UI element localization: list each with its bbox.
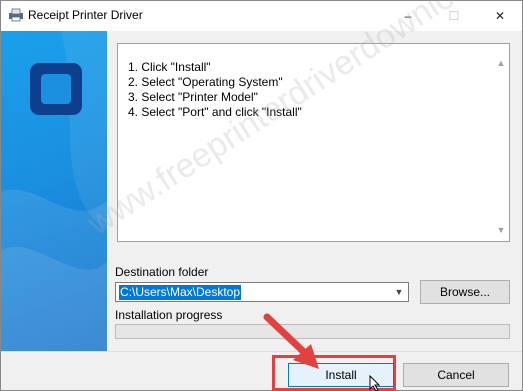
minimize-button[interactable]: –: [385, 1, 431, 31]
side-banner: [1, 31, 107, 351]
instruction-line: 1. Click "Install": [128, 60, 211, 74]
destination-folder-combobox[interactable]: C:\Users\Max\Desktop ▼: [115, 282, 409, 302]
destination-folder-value[interactable]: C:\Users\Max\Desktop: [119, 285, 242, 300]
minimize-icon: –: [404, 9, 412, 23]
title-bar[interactable]: Receipt Printer Driver – ☐ ✕: [1, 1, 522, 31]
progress-label: Installation progress: [115, 308, 223, 322]
window-title: Receipt Printer Driver: [28, 8, 143, 22]
browse-button[interactable]: Browse...: [420, 280, 510, 304]
cancel-button[interactable]: Cancel: [403, 363, 509, 387]
instructions-box[interactable]: 1. Click "Install" 2. Select "Operating …: [117, 43, 510, 242]
instructions-list: 1. Click "Install" 2. Select "Operating …: [128, 60, 302, 120]
chevron-down-icon[interactable]: ▼: [391, 283, 407, 301]
maximize-button[interactable]: ☐: [431, 1, 477, 31]
maximize-icon: ☐: [448, 9, 460, 23]
instruction-line: 2. Select "Operating System": [128, 75, 283, 89]
instruction-line: 3. Select "Printer Model": [128, 90, 258, 104]
mouse-cursor-icon: [369, 375, 381, 391]
installation-progress-bar: [115, 324, 510, 339]
installer-window: Receipt Printer Driver – ☐ ✕ 1. Click "I…: [0, 0, 523, 391]
scroll-up-icon[interactable]: ▲: [495, 58, 507, 68]
instruction-line: 4. Select "Port" and click "Install": [128, 105, 302, 119]
close-button[interactable]: ✕: [477, 1, 523, 31]
logo-icon: [30, 63, 82, 115]
close-icon: ✕: [494, 9, 506, 23]
printer-icon: [9, 8, 23, 22]
scroll-down-icon[interactable]: ▼: [495, 225, 507, 235]
destination-label: Destination folder: [115, 265, 209, 279]
